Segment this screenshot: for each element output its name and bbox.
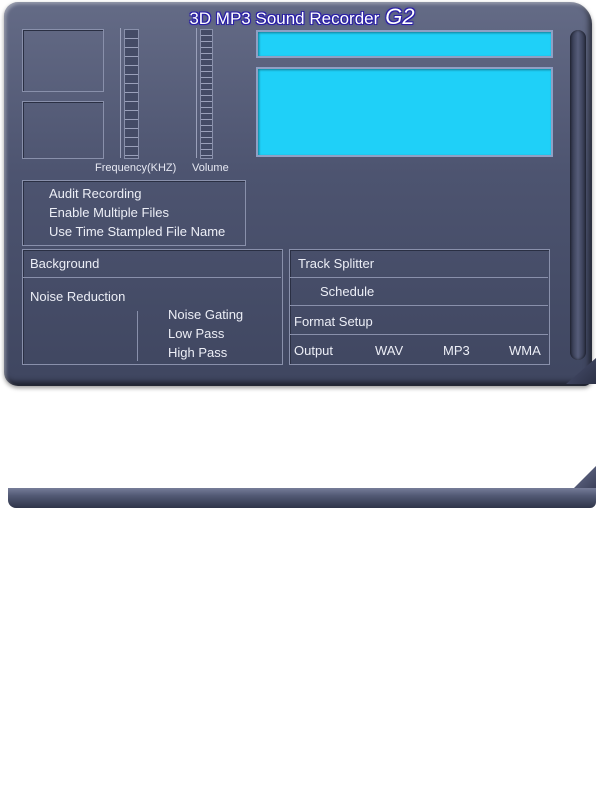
format-setup-button[interactable]: Format Setup: [294, 314, 373, 329]
schedule-button[interactable]: Schedule: [320, 284, 374, 299]
app-title-text: 3D MP3 Sound Recorder: [189, 9, 380, 28]
bottom-bar: [8, 488, 596, 508]
track-divider-1: [290, 277, 548, 278]
option-time-stamped-file-name[interactable]: Use Time Stampled File Name: [49, 224, 225, 239]
low-pass-button[interactable]: Low Pass: [168, 326, 224, 341]
option-audit-recording[interactable]: Audit Recording: [49, 186, 142, 201]
preview-box-top: [22, 29, 104, 92]
preview-box-bottom: [22, 101, 104, 159]
background-button[interactable]: Background: [30, 256, 99, 271]
format-wav-button[interactable]: WAV: [375, 343, 403, 358]
noise-gating-button[interactable]: Noise Gating: [168, 307, 243, 322]
track-divider-3: [290, 334, 548, 335]
side-rail: [570, 30, 586, 360]
track-divider-2: [290, 305, 548, 306]
frequency-label: Frequency(KHZ): [95, 162, 177, 174]
lcd-main-display: [256, 67, 553, 157]
filter-divider: [137, 311, 138, 361]
option-enable-multiple-files[interactable]: Enable Multiple Files: [49, 205, 169, 220]
lcd-status-display: [256, 30, 553, 58]
app-title: 3D MP3 Sound Recorder G2: [0, 4, 604, 30]
output-label: Output: [294, 343, 334, 358]
high-pass-button[interactable]: High Pass: [168, 345, 227, 360]
noise-reduction-button[interactable]: Noise Reduction: [30, 289, 125, 304]
track-splitter-button[interactable]: Track Splitter: [298, 256, 374, 271]
format-mp3-button[interactable]: MP3: [443, 343, 470, 358]
volume-meter[interactable]: [196, 28, 213, 159]
app-title-suffix: G2: [385, 4, 415, 29]
background-divider: [23, 277, 281, 278]
bottom-bar-corner: [572, 466, 596, 490]
format-wma-button[interactable]: WMA: [509, 343, 541, 358]
recorder-window: 3D MP3 Sound Recorder G2 Frequency(KHZ) V…: [0, 0, 604, 390]
volume-label: Volume: [192, 162, 229, 174]
frequency-meter[interactable]: [120, 28, 139, 159]
